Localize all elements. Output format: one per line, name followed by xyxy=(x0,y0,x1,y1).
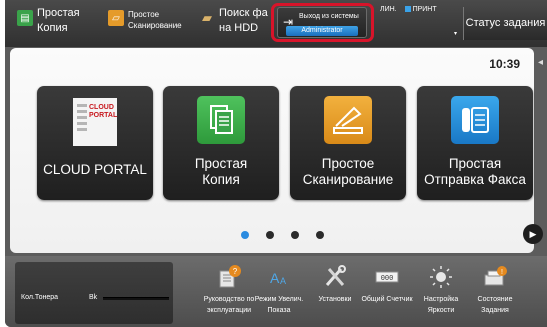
bottom-item-label: Руководство по эксплуатации xyxy=(203,296,255,314)
side-panel-tab[interactable]: ◂ xyxy=(534,48,547,78)
tile-label: Простая Копия xyxy=(194,156,248,187)
page-dot[interactable] xyxy=(291,231,299,239)
tile-simple-copy[interactable]: Простая Копия xyxy=(163,86,279,200)
page-dot-active[interactable] xyxy=(241,231,249,239)
folder-icon: ▰ xyxy=(202,10,212,25)
bottom-bar: Кол.Тонера Bk ? Руководство по эксплуата… xyxy=(5,256,547,327)
job-status-bottom-button[interactable]: ! Состояние Задания xyxy=(467,262,523,316)
logout-button[interactable]: ⇥ Выход из системы Administrator xyxy=(277,7,367,38)
status-indicators: ЛИН. ПРИНТ xyxy=(380,6,443,13)
shortcut-label: Простое Сканирование xyxy=(128,10,182,30)
brightness-adjust-button[interactable]: Настройка Яркости xyxy=(413,262,469,316)
current-user: Administrator xyxy=(286,26,358,36)
total-count-button[interactable]: 000 Общий Счетчик xyxy=(359,262,415,305)
scan-icon: ▱ xyxy=(108,10,124,26)
page-indicator xyxy=(241,231,341,239)
copy-icon: ▤ xyxy=(17,10,33,26)
clock: 10:39 xyxy=(489,57,520,71)
tile-cloud-portal[interactable]: CLOUD PORTAL CLOUD PORTAL xyxy=(37,86,153,200)
logout-label: Выход из системы xyxy=(299,13,359,20)
next-page-button[interactable]: ▶ xyxy=(523,224,543,244)
tile-label: Простая Отправка Факса xyxy=(424,156,526,187)
line-status: ЛИН. xyxy=(380,6,397,13)
bottom-item-label: Установки xyxy=(318,296,352,303)
cloud-portal-icon: CLOUD PORTAL xyxy=(73,98,117,146)
tile-simple-scan[interactable]: Простое Сканирование xyxy=(290,86,406,200)
job-status-button[interactable]: Статус задания xyxy=(463,7,547,40)
toner-label: Кол.Тонера xyxy=(21,294,59,301)
page-dot[interactable] xyxy=(316,231,324,239)
operation-manual-button[interactable]: ? Руководство по эксплуатации xyxy=(201,262,257,316)
manual-icon: ? xyxy=(201,262,257,292)
svg-text:!: ! xyxy=(501,269,503,276)
print-status: ПРИНТ xyxy=(404,6,437,13)
job-status-icon: ! xyxy=(467,262,523,292)
scan-icon xyxy=(324,96,372,144)
svg-text:A: A xyxy=(280,276,286,286)
svg-text:?: ? xyxy=(233,267,238,276)
bottom-item-label: Настройка Яркости xyxy=(423,296,459,314)
zoom-text-icon: A A xyxy=(251,262,307,292)
brightness-icon xyxy=(413,262,469,292)
tile-label: CLOUD PORTAL xyxy=(43,162,147,177)
dropdown-arrow-icon[interactable]: ▾ xyxy=(454,30,457,37)
tile-label: Простое Сканирование xyxy=(302,156,394,187)
shortcut-label: Простая Копия xyxy=(37,7,80,34)
bottom-item-label: Режим Увелич. Показа xyxy=(254,296,304,314)
device-screen: ▤ Простая Копия ▱ Простое Сканирование ▰… xyxy=(5,0,547,327)
settings-button[interactable]: Установки xyxy=(307,262,363,305)
shortcut-hdd-search[interactable]: ▰ Поиск фа на HDD xyxy=(199,6,268,36)
settings-icon xyxy=(307,262,363,292)
top-bar: ▤ Простая Копия ▱ Простое Сканирование ▰… xyxy=(5,0,547,47)
toner-panel: Кол.Тонера Bk xyxy=(15,262,173,324)
svg-text:A: A xyxy=(270,270,280,286)
shortcut-label: Поиск фа на HDD xyxy=(219,7,268,34)
counter-icon: 000 xyxy=(359,262,415,292)
toner-level-bar xyxy=(103,297,169,300)
fax-icon xyxy=(451,96,499,144)
print-indicator-icon xyxy=(404,6,411,13)
tile-simple-fax[interactable]: Простая Отправка Факса xyxy=(417,86,533,200)
copy-icon xyxy=(197,96,245,144)
bottom-item-label: Состояние Задания xyxy=(477,296,513,314)
zoom-display-button[interactable]: A A Режим Увелич. Показа xyxy=(251,262,307,316)
svg-text:000: 000 xyxy=(381,275,394,283)
shortcut-simple-scan[interactable]: ▱ Простое Сканирование xyxy=(108,6,182,31)
bottom-item-label: Общий Счетчик xyxy=(361,296,413,303)
page-dot[interactable] xyxy=(266,231,274,239)
cloud-icon-text: CLOUD PORTAL xyxy=(89,104,118,119)
shortcut-simple-copy[interactable]: ▤ Простая Копия xyxy=(17,6,80,36)
toner-color-label: Bk xyxy=(89,294,98,301)
